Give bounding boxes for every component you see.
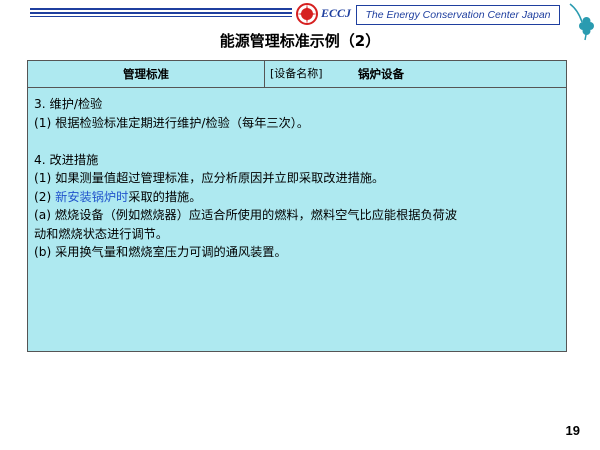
page-title: 能源管理标准示例（2） bbox=[219, 32, 381, 50]
measure-a-line-1: (a) 燃烧设备（例如燃烧器）应适合所使用的燃料，燃料空气比应能根据负荷波 bbox=[34, 208, 458, 222]
table-body: 3. 维护/检验 (1) 根据检验标准定期进行维护/检验（每年三次）。 4. 改… bbox=[34, 95, 560, 262]
logo-text: ECCJ bbox=[321, 6, 352, 20]
header-rule bbox=[30, 12, 292, 14]
maintenance-item-1: (1) 根据检验标准定期进行维护/检验（每年三次）。 bbox=[34, 115, 310, 130]
equipment-name-value: 锅炉设备 bbox=[358, 67, 404, 81]
section-maintenance-heading: 3. 维护/检验 bbox=[34, 97, 103, 111]
item-prefix: (2) bbox=[34, 189, 56, 204]
improvement-item-2: (2) 新安装锅炉时采取的措施。 bbox=[34, 188, 560, 207]
header-rule bbox=[30, 8, 292, 10]
page-number: 19 bbox=[565, 423, 580, 438]
org-name-banner: The Energy Conservation Center Japan bbox=[356, 5, 560, 25]
item-suffix: 采取的措施。 bbox=[128, 189, 202, 204]
measure-a-line-2: 动和燃烧状态进行调节。 bbox=[34, 226, 169, 241]
standard-table: 管理标准 [设备名称] 锅炉设备 3. 维护/检验 (1) 根据检验标准定期进行… bbox=[27, 60, 567, 352]
header-rule bbox=[30, 16, 292, 17]
section-improvement-heading: 4. 改进措施 bbox=[34, 152, 99, 167]
col-management-standard: 管理标准 bbox=[28, 61, 265, 87]
eccj-logo-icon bbox=[296, 3, 318, 25]
new-boiler-link[interactable]: 新安装锅炉时 bbox=[55, 190, 128, 204]
measure-b: (b) 采用换气量和燃烧室压力可调的通风装置。 bbox=[34, 245, 287, 259]
improvement-item-1: (1) 如果测量值超过管理标准，应分析原因并立即采取改进措施。 bbox=[34, 171, 385, 185]
table-header: 管理标准 [设备名称] 锅炉设备 bbox=[28, 61, 566, 88]
equipment-name-label: [设备名称] bbox=[270, 67, 323, 80]
